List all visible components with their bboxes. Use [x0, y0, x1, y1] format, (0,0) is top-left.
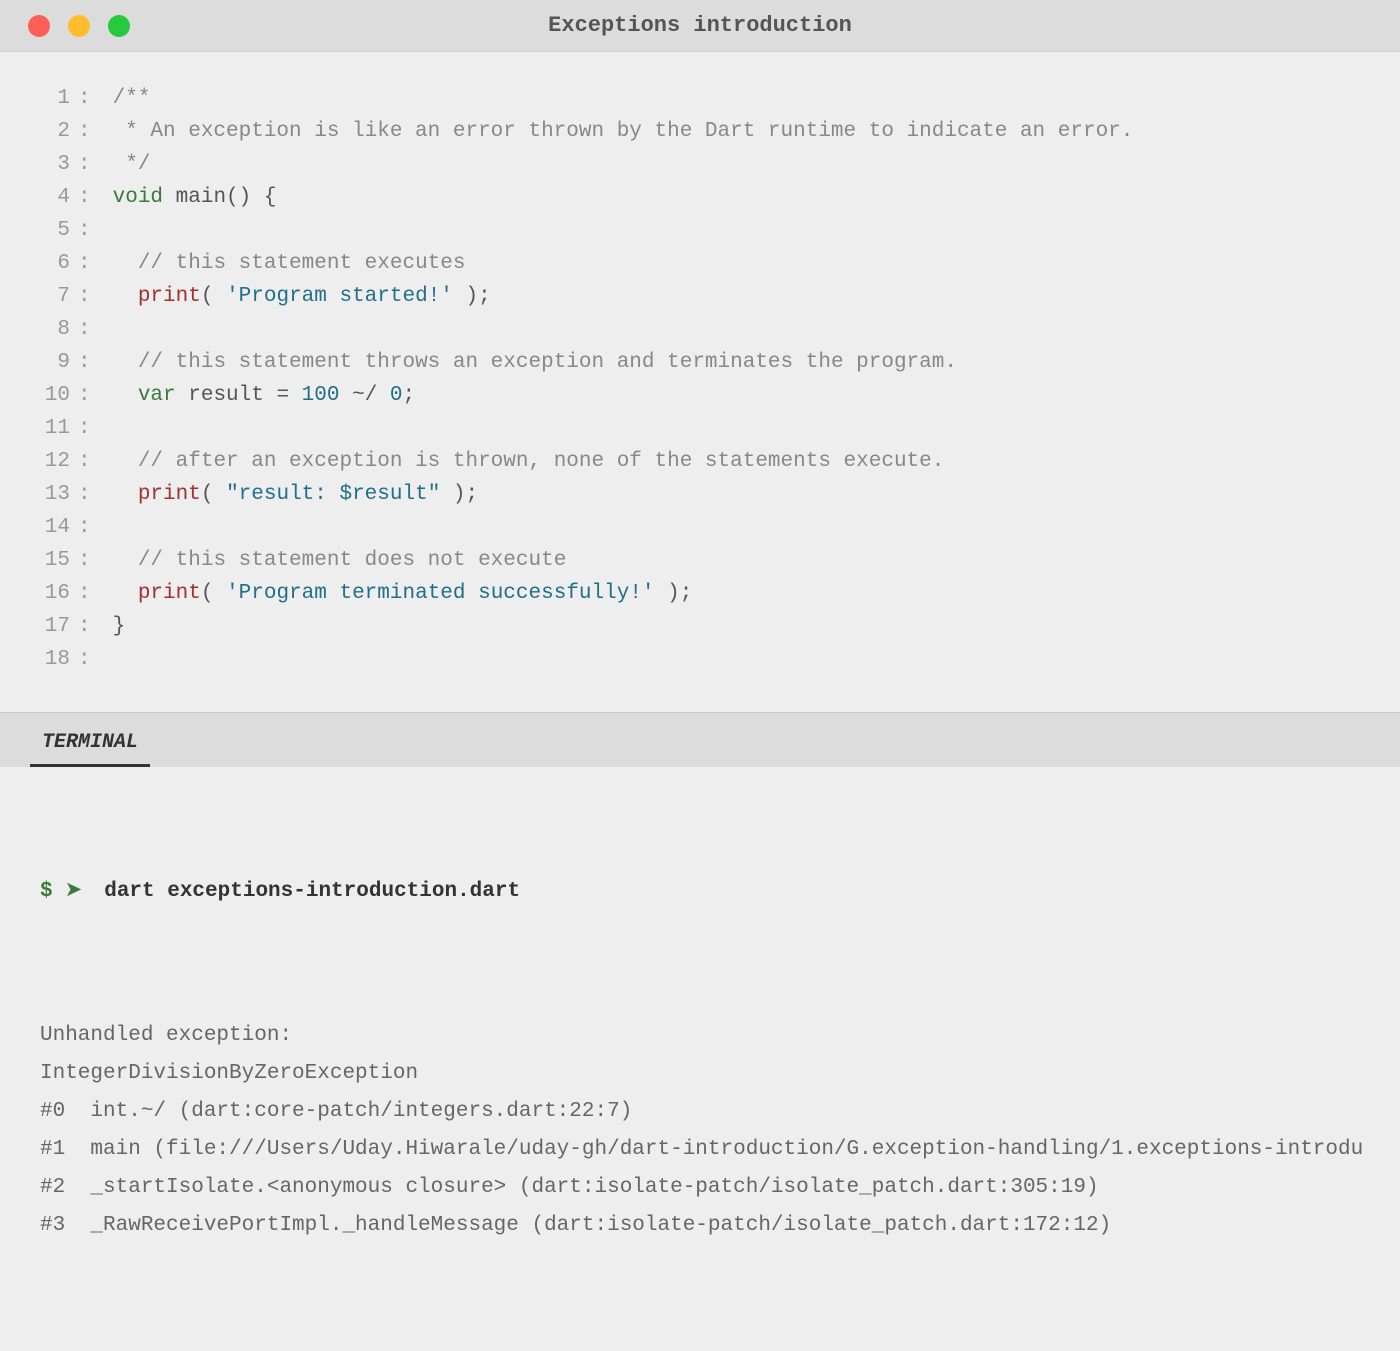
- gutter-separator: :: [78, 511, 100, 544]
- editor-window: Exceptions introduction 1: /**2: * An ex…: [0, 0, 1400, 1147]
- code-line: 15: // this statement does not execute: [0, 544, 1400, 577]
- line-number: 2: [0, 115, 78, 148]
- line-number: 14: [0, 511, 78, 544]
- terminal-command: dart exceptions-introduction.dart: [104, 873, 520, 911]
- gutter-separator: :: [78, 610, 100, 643]
- code-line: 18:: [0, 643, 1400, 676]
- gutter-separator: :: [78, 82, 100, 115]
- line-number: 9: [0, 346, 78, 379]
- window-title: Exceptions introduction: [0, 13, 1400, 38]
- code-content: var result = 100 ~/ 0;: [100, 379, 1400, 412]
- terminal-output-line: #0 int.~/ (dart:core-patch/integers.dart…: [40, 1093, 1360, 1131]
- code-content: /**: [100, 82, 1400, 115]
- gutter-separator: :: [78, 115, 100, 148]
- code-content: * An exception is like an error thrown b…: [100, 115, 1400, 148]
- code-content: [100, 313, 1400, 346]
- code-editor[interactable]: 1: /**2: * An exception is like an error…: [0, 52, 1400, 712]
- code-content: [100, 214, 1400, 247]
- terminal-output: Unhandled exception:IntegerDivisionByZer…: [40, 1017, 1360, 1245]
- code-line: 7: print( 'Program started!' );: [0, 280, 1400, 313]
- line-number: 7: [0, 280, 78, 313]
- code-line: 13: print( "result: $result" );: [0, 478, 1400, 511]
- gutter-separator: :: [78, 280, 100, 313]
- code-line: 11:: [0, 412, 1400, 445]
- code-line: 16: print( 'Program terminated successfu…: [0, 577, 1400, 610]
- terminal-output-line: IntegerDivisionByZeroException: [40, 1055, 1360, 1093]
- terminal-prompt: $ ➤ dart exceptions-introduction.dart: [40, 873, 1360, 911]
- code-line: 3: */: [0, 148, 1400, 181]
- code-line: 10: var result = 100 ~/ 0;: [0, 379, 1400, 412]
- minimize-icon[interactable]: [68, 15, 90, 37]
- titlebar: Exceptions introduction: [0, 0, 1400, 52]
- line-number: 8: [0, 313, 78, 346]
- gutter-separator: :: [78, 544, 100, 577]
- gutter-separator: :: [78, 346, 100, 379]
- line-number: 6: [0, 247, 78, 280]
- terminal-output-line: #3 _RawReceivePortImpl._handleMessage (d…: [40, 1207, 1360, 1245]
- code-line: 14:: [0, 511, 1400, 544]
- code-content: // this statement throws an exception an…: [100, 346, 1400, 379]
- code-content: [100, 511, 1400, 544]
- close-icon[interactable]: [28, 15, 50, 37]
- gutter-separator: :: [78, 478, 100, 511]
- code-line: 5:: [0, 214, 1400, 247]
- gutter-separator: :: [78, 313, 100, 346]
- code-content: print( "result: $result" );: [100, 478, 1400, 511]
- maximize-icon[interactable]: [108, 15, 130, 37]
- gutter-separator: :: [78, 148, 100, 181]
- code-content: // this statement executes: [100, 247, 1400, 280]
- gutter-separator: :: [78, 445, 100, 478]
- gutter-separator: :: [78, 214, 100, 247]
- line-number: 13: [0, 478, 78, 511]
- prompt-dollar-icon: $: [40, 873, 53, 911]
- terminal-output-line: Unhandled exception:: [40, 1017, 1360, 1055]
- terminal-output-line: #2 _startIsolate.<anonymous closure> (da…: [40, 1169, 1360, 1207]
- code-content: // this statement does not execute: [100, 544, 1400, 577]
- code-content: [100, 412, 1400, 445]
- code-line: 17: }: [0, 610, 1400, 643]
- line-number: 5: [0, 214, 78, 247]
- line-number: 4: [0, 181, 78, 214]
- code-content: // after an exception is thrown, none of…: [100, 445, 1400, 478]
- gutter-separator: :: [78, 412, 100, 445]
- code-line: 2: * An exception is like an error throw…: [0, 115, 1400, 148]
- code-content: print( 'Program started!' );: [100, 280, 1400, 313]
- prompt-arrow-icon: ➤: [65, 873, 83, 911]
- line-number: 11: [0, 412, 78, 445]
- code-line: 6: // this statement executes: [0, 247, 1400, 280]
- code-content: [100, 643, 1400, 676]
- gutter-separator: :: [78, 181, 100, 214]
- line-number: 12: [0, 445, 78, 478]
- gutter-separator: :: [78, 247, 100, 280]
- gutter-separator: :: [78, 643, 100, 676]
- code-line: 1: /**: [0, 82, 1400, 115]
- gutter-separator: :: [78, 577, 100, 610]
- line-number: 15: [0, 544, 78, 577]
- line-number: 1: [0, 82, 78, 115]
- terminal-tabbar: TERMINAL: [0, 712, 1400, 767]
- code-content: }: [100, 610, 1400, 643]
- code-line: 8:: [0, 313, 1400, 346]
- code-line: 9: // this statement throws an exception…: [0, 346, 1400, 379]
- line-number: 10: [0, 379, 78, 412]
- tab-terminal[interactable]: TERMINAL: [30, 727, 150, 767]
- terminal-panel[interactable]: $ ➤ dart exceptions-introduction.dart Un…: [0, 767, 1400, 1351]
- code-line: 12: // after an exception is thrown, non…: [0, 445, 1400, 478]
- code-content: */: [100, 148, 1400, 181]
- line-number: 3: [0, 148, 78, 181]
- line-number: 18: [0, 643, 78, 676]
- code-content: void main() {: [100, 181, 1400, 214]
- gutter-separator: :: [78, 379, 100, 412]
- code-line: 4: void main() {: [0, 181, 1400, 214]
- line-number: 17: [0, 610, 78, 643]
- line-number: 16: [0, 577, 78, 610]
- code-content: print( 'Program terminated successfully!…: [100, 577, 1400, 610]
- traffic-lights: [28, 15, 130, 37]
- terminal-output-line: #1 main (file:///Users/Uday.Hiwarale/uda…: [40, 1131, 1360, 1169]
